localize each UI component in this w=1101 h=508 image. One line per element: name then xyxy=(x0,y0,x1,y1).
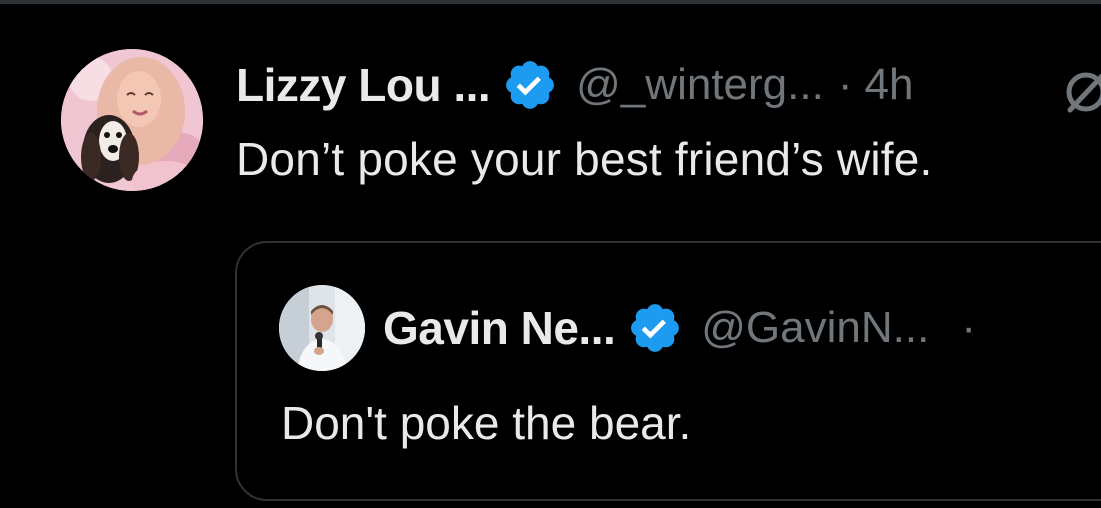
quoted-author-avatar[interactable] xyxy=(279,285,365,371)
author-handle[interactable]: @_winterg... xyxy=(576,60,824,110)
quoted-tweet-card[interactable] xyxy=(235,241,1101,501)
quoted-tweet-text: Don't poke the bear. xyxy=(281,397,692,449)
quoted-tweet-header: Gavin Ne... @GavinN... · xyxy=(383,298,976,358)
tweet-timestamp[interactable]: 4h xyxy=(864,60,913,110)
author-avatar[interactable] xyxy=(61,49,203,191)
tweet-view: Lizzy Lou ... @_winterg... · 4h Don’t po… xyxy=(0,0,1101,508)
quoted-author-handle[interactable]: @GavinN... xyxy=(701,303,929,353)
tweet-text: Don’t poke your best friend’s wife. xyxy=(236,133,933,185)
author-display-name[interactable]: Lizzy Lou ... xyxy=(236,58,491,112)
separator-dot: · xyxy=(837,60,853,109)
top-divider xyxy=(0,0,1101,4)
grok-icon[interactable] xyxy=(1058,62,1101,122)
verified-badge-icon xyxy=(502,57,558,113)
verified-badge-icon xyxy=(627,300,683,356)
tweet-header: Lizzy Lou ... @_winterg... · 4h xyxy=(236,55,913,115)
separator-dot: · xyxy=(961,303,976,352)
quoted-author-display-name[interactable]: Gavin Ne... xyxy=(383,301,616,355)
